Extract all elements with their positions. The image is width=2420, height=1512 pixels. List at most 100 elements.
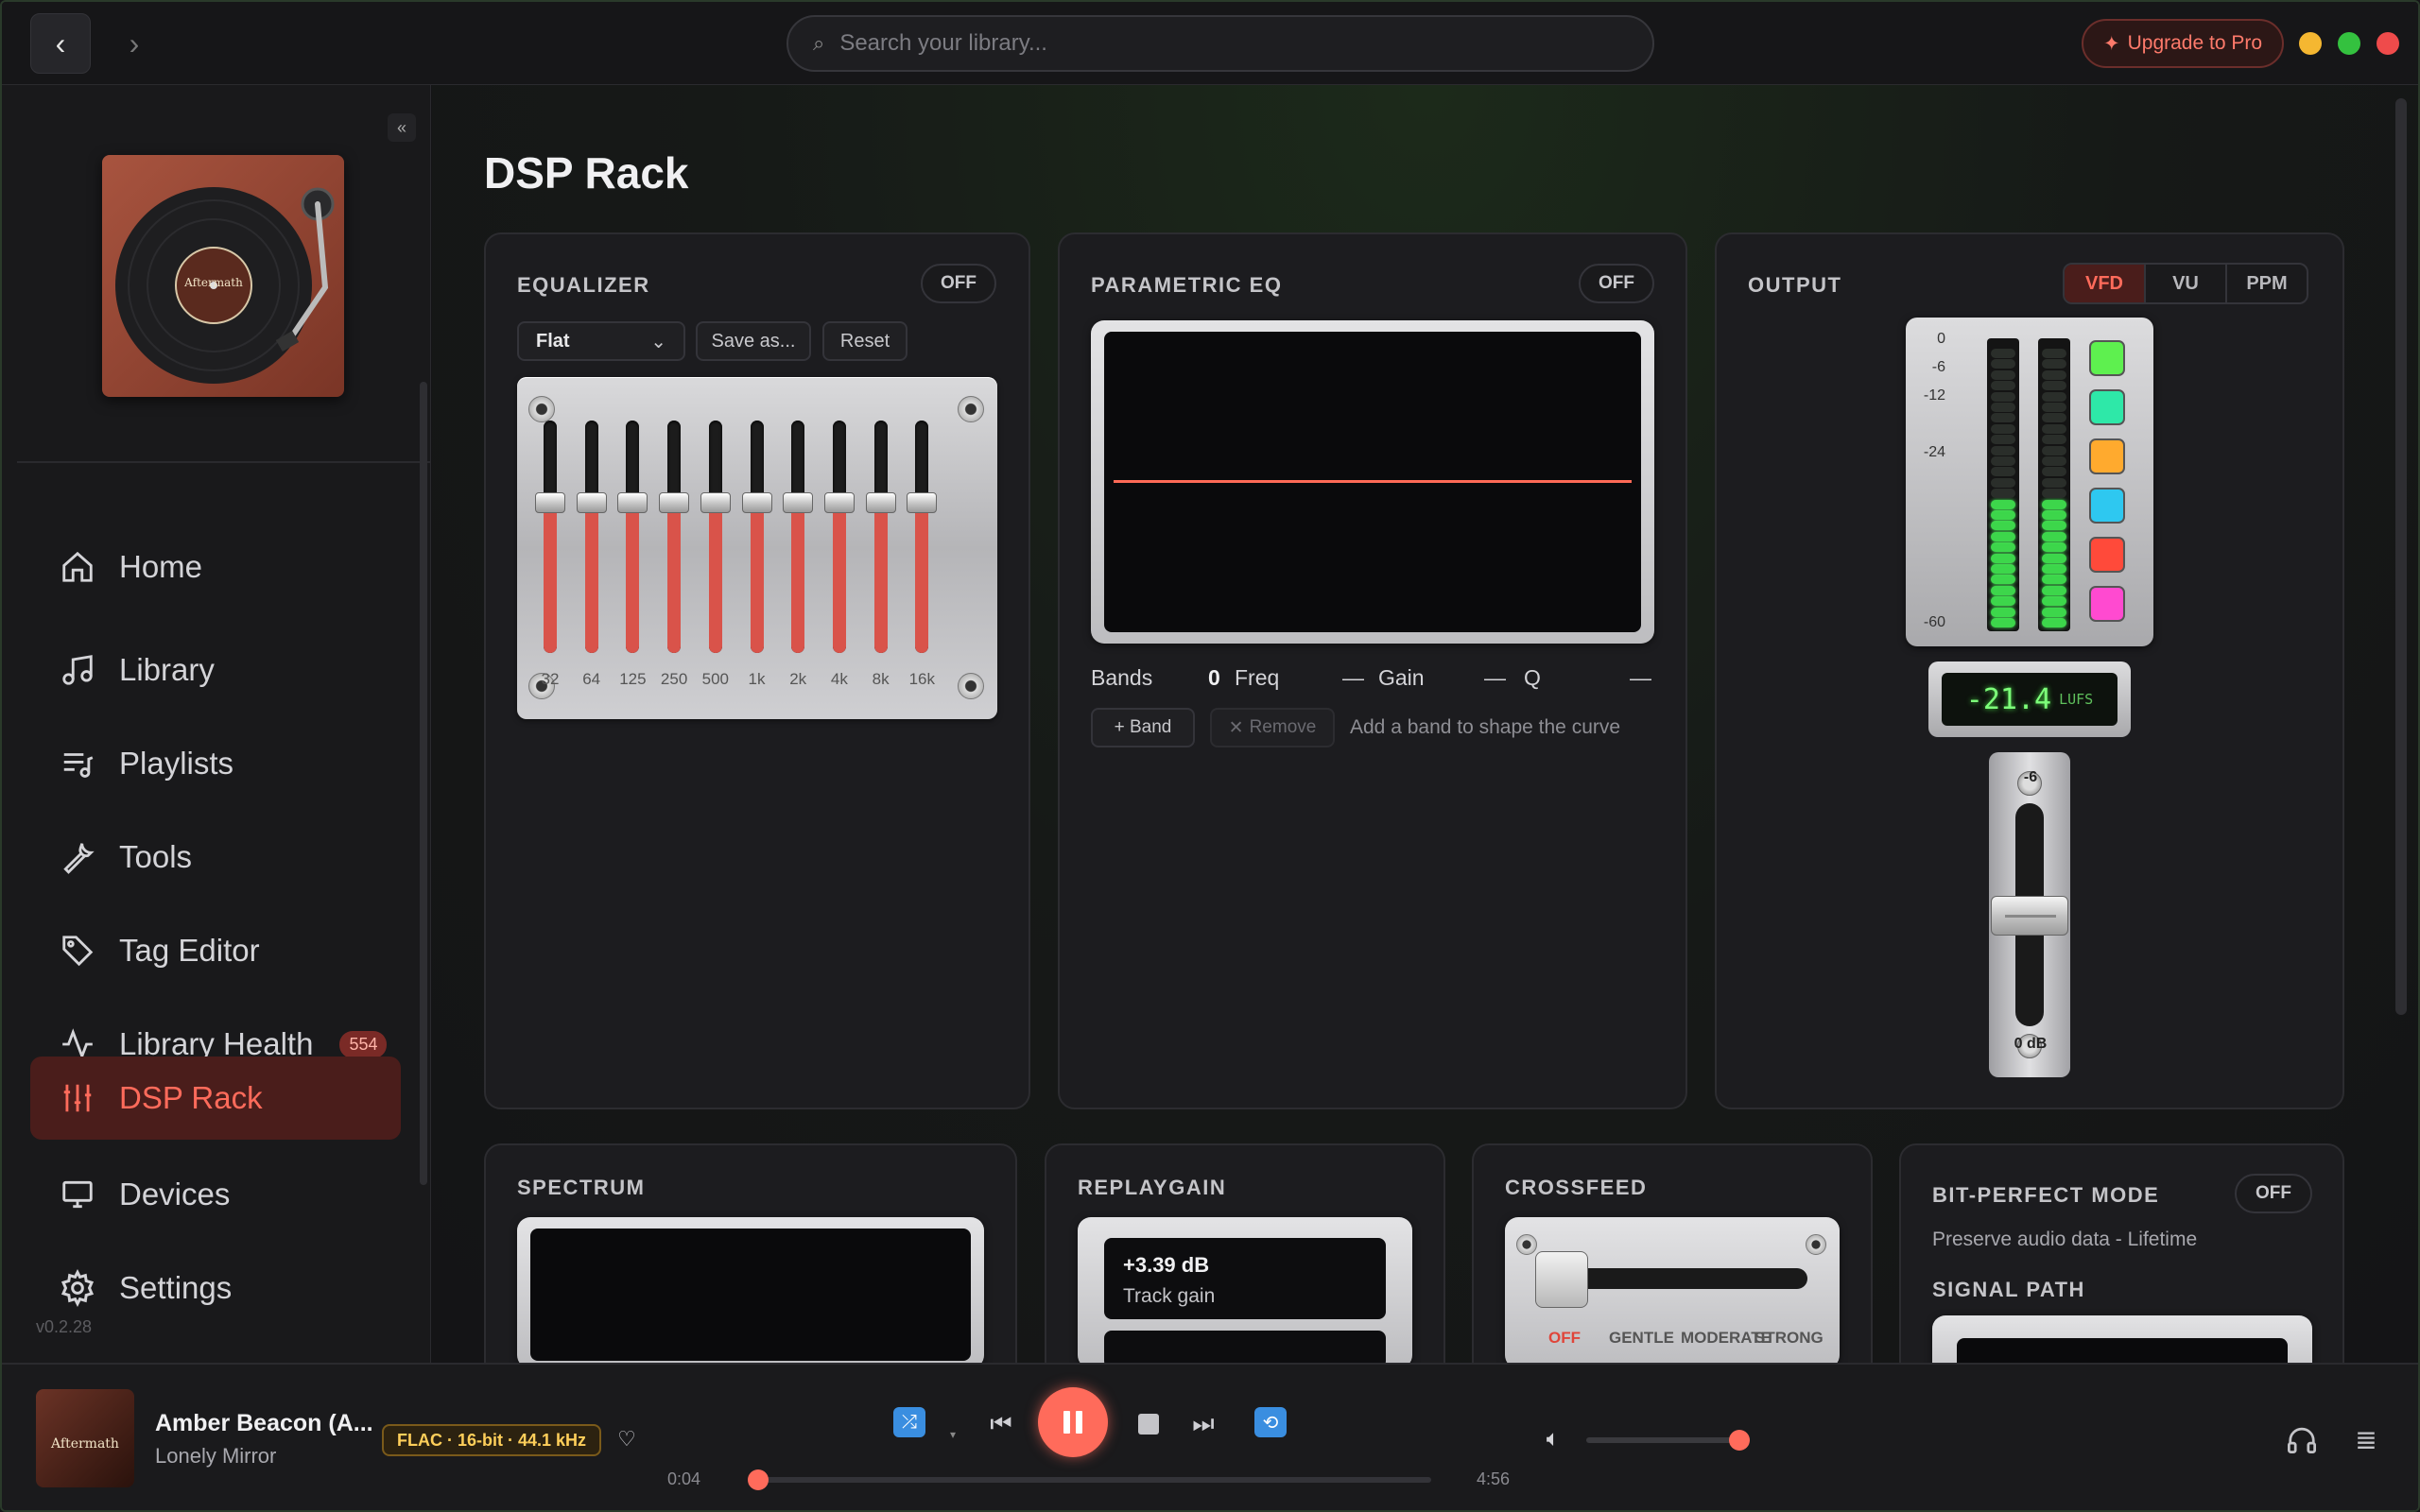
track-artist[interactable]: Lonely Mirror	[155, 1444, 276, 1469]
shuffle-button[interactable]: ⤮	[890, 1406, 928, 1438]
color-swatch-cyan[interactable]	[2089, 488, 2125, 524]
collapse-sidebar-button[interactable]: «	[388, 113, 416, 142]
parametric-eq-hint: Add a band to shape the curve	[1350, 716, 1621, 738]
equalizer-toggle[interactable]: OFF	[921, 264, 996, 303]
volume-knob[interactable]	[1728, 1430, 1750, 1451]
sidebar-item-dsp-rack[interactable]: DSP Rack	[30, 1057, 401, 1140]
color-swatch-teal[interactable]	[2089, 389, 2125, 425]
speaker-icon[interactable]: 🔈︎	[1537, 1425, 1569, 1453]
preset-select[interactable]: Flat ⌄	[517, 321, 685, 361]
sidebar-item-devices[interactable]: Devices	[30, 1153, 401, 1236]
output-volume-fader[interactable]: -6 0 dB	[1989, 752, 2070, 1077]
eq-fader-knob[interactable]	[823, 492, 855, 514]
pause-button[interactable]	[1038, 1387, 1108, 1457]
fader-knob[interactable]	[1991, 896, 2068, 936]
meter-led	[1991, 521, 2015, 531]
color-swatch-green[interactable]	[2089, 340, 2125, 376]
shuffle-options-chevron-icon[interactable]: ▾	[943, 1425, 962, 1444]
meter-led	[2042, 359, 2066, 369]
crossfeed-level-off[interactable]: OFF	[1548, 1329, 1581, 1348]
equalizer-faders: 32 64 125 250 500 1k 2k 4k 8k 16k	[517, 377, 997, 719]
reset-button[interactable]: Reset	[822, 321, 908, 361]
sidebar-item-playlists[interactable]: Playlists	[30, 722, 401, 805]
meter-led	[2042, 477, 2066, 488]
queue-icon[interactable]: ≣	[2350, 1425, 2382, 1454]
remove-band-button[interactable]: ✕ Remove	[1210, 708, 1335, 747]
headphones-icon[interactable]	[2284, 1423, 2320, 1455]
sparkle-icon: ✦	[2102, 32, 2120, 55]
search-input[interactable]: ⌕ Search your library...	[786, 15, 1654, 72]
screw-icon	[1806, 1234, 1826, 1255]
eq-fader-knob[interactable]	[535, 492, 565, 514]
meter-led	[2042, 542, 2066, 553]
mode-vfd-button[interactable]: VFD	[2065, 265, 2144, 302]
sidebar-scrollbar[interactable]	[420, 382, 427, 1185]
sidebar-item-library[interactable]: Library	[30, 628, 401, 712]
db-scale-label: -6	[1931, 359, 1945, 375]
next-track-button[interactable]: ⏭	[1187, 1408, 1219, 1440]
eq-fader-fill	[708, 503, 722, 653]
eq-fader-knob[interactable]	[783, 492, 814, 514]
sidebar-item-tag-editor[interactable]: Tag Editor	[30, 909, 401, 992]
add-band-button[interactable]: + Band	[1091, 708, 1195, 747]
eq-fader-knob[interactable]	[741, 492, 772, 514]
previous-track-button[interactable]: ⏮	[985, 1408, 1017, 1440]
repeat-button[interactable]: ⟲	[1252, 1406, 1289, 1438]
close-button[interactable]	[2377, 32, 2399, 55]
parametric-eq-toggle[interactable]: OFF	[1579, 264, 1654, 303]
upgrade-button[interactable]: ✦ Upgrade to Pro	[2082, 19, 2284, 68]
crossfeed-level-strong[interactable]: STRONG	[1754, 1329, 1824, 1348]
crossfeed-knob[interactable]	[1535, 1251, 1588, 1308]
pause-icon	[1063, 1411, 1082, 1434]
forward-button[interactable]: ›	[104, 13, 164, 74]
mode-ppm-button[interactable]: PPM	[2225, 265, 2307, 302]
meter-led	[2042, 391, 2066, 402]
mode-vu-button[interactable]: VU	[2144, 265, 2225, 302]
save-preset-button[interactable]: Save as...	[696, 321, 811, 361]
color-swatch-red[interactable]	[2089, 537, 2125, 573]
stop-button[interactable]	[1132, 1408, 1165, 1440]
spectrum-screen	[530, 1228, 971, 1361]
replaygain-title: REPLAYGAIN	[1078, 1176, 1227, 1199]
preset-value: Flat	[536, 330, 570, 352]
now-playing-cover[interactable]: Aftermath	[36, 1389, 134, 1487]
meter-led	[2042, 349, 2066, 358]
heart-icon[interactable]: ♡	[613, 1425, 641, 1453]
eq-fader-knob[interactable]	[576, 492, 607, 514]
sidebar-item-tools[interactable]: Tools	[30, 816, 401, 899]
seek-bar[interactable]	[748, 1469, 1431, 1490]
crossfeed-level-gentle[interactable]: GENTLE	[1609, 1329, 1674, 1348]
signal-path-title: SIGNAL PATH	[1932, 1278, 2085, 1301]
minimize-button[interactable]	[2299, 32, 2322, 55]
meter-led	[1991, 456, 2015, 466]
eq-fader-knob[interactable]	[907, 492, 938, 514]
meter-led	[2042, 423, 2066, 434]
eq-curve-screen[interactable]	[1104, 332, 1641, 632]
seek-knob[interactable]	[748, 1469, 769, 1490]
back-button[interactable]: ‹	[30, 13, 91, 74]
eq-band-label: 4k	[830, 670, 848, 688]
gain-value: —	[1484, 665, 1506, 690]
meter-led	[2042, 403, 2066, 412]
playlist-icon	[59, 745, 96, 782]
meter-led	[2042, 521, 2066, 531]
eq-fader-knob[interactable]	[659, 492, 690, 514]
eq-fader-knob[interactable]	[700, 492, 731, 514]
volume-slider[interactable]	[1586, 1430, 1750, 1451]
track-title[interactable]: Amber Beacon (A...	[155, 1410, 373, 1437]
meter-led	[1991, 369, 2015, 380]
replaygain-display: +3.39 dB Track gain	[1078, 1217, 1412, 1368]
tag-icon	[59, 932, 96, 970]
eq-fader-knob[interactable]	[617, 492, 648, 514]
eq-band-label: 16k	[908, 670, 935, 688]
color-swatch-pink[interactable]	[2089, 586, 2125, 622]
top-bar: ‹ › ⌕ Search your library... ✦ Upgrade t…	[2, 2, 2418, 85]
bit-perfect-toggle[interactable]: OFF	[2235, 1174, 2312, 1213]
sidebar-item-home[interactable]: Home	[30, 525, 401, 609]
main-scrollbar[interactable]	[2395, 98, 2407, 1015]
meter-led	[2042, 607, 2066, 617]
color-swatch-orange[interactable]	[2089, 438, 2125, 474]
sidebar-divider	[17, 461, 431, 463]
maximize-button[interactable]	[2338, 32, 2360, 55]
eq-fader-knob[interactable]	[865, 492, 896, 514]
